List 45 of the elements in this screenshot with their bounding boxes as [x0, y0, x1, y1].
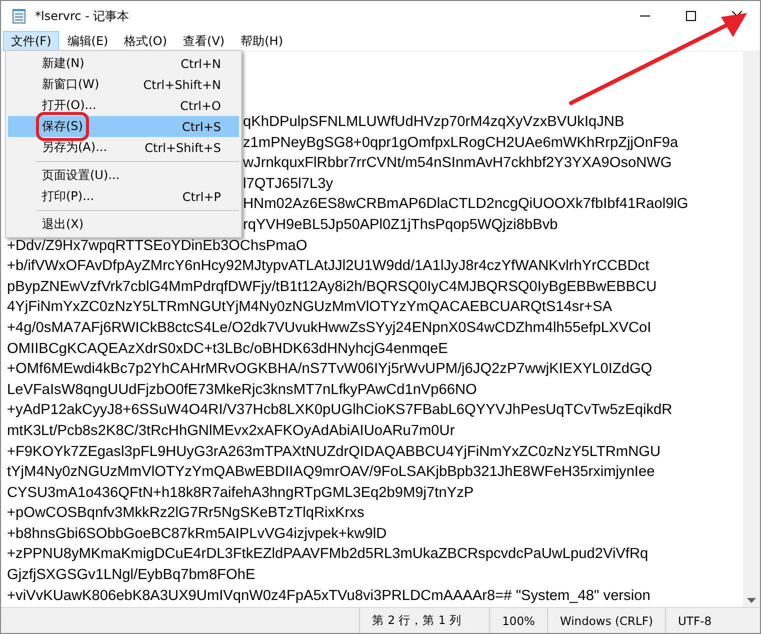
menu-item[interactable]: 文件(F) [3, 31, 60, 51]
text-line: qKhDPulpSFNLMLUWfUdHVzp70rM4zqXyVzxBVUkIqJNB [243, 113, 624, 132]
menu-option[interactable]: 打印(P)... Ctrl+P [8, 186, 239, 207]
window-title: *lservrc - 记事本 [35, 8, 130, 24]
text-line: rqYVH9eBL5Jp50APl0Z1jThsPqop5WQjzi8bBvb [243, 216, 558, 235]
cursor-position: 第 2 行，第 1 列 [359, 608, 490, 633]
text-line: wJrnkquxFlRbbr7rrCVNt/m54nSInmAvH7ckhbf2Y3YXA9OsoNWG [243, 154, 672, 174]
menu-item[interactable]: 格式(O) [116, 31, 176, 51]
text-line: mtK3Lt/Pcb8s2K8C/3tRcHhGNlMEvx2xAFKOyAdAbiAIUoARu7m0Ur [7, 422, 455, 441]
text-line: tYjM4Ny0zNGUzMmVlOTYzYmQABwEBDIIAQ9mrOAV/9FoLSAKjbBpb321JhE8WFeH35rximjynIee [7, 463, 655, 482]
text-line: CYSU3mA1o436QFtN+h18k8R7aifehA3hngRTpGML3Eq2b9M9j7tnYzP [7, 484, 474, 503]
text-line: l7QTJ65l7L3y [243, 174, 334, 194]
text-line: +F9KOYk7ZEgasl3pFL9HUyG3rA263mTPAXtNUZdrQIDAQABBCU4YjFiNmYxZC0zNzY5LTRmNGU [7, 442, 660, 462]
encoding: UTF-8 [665, 608, 760, 633]
text-line: +b/ifVWxOFAvDfpAyZMrcY6nHcy92MJtypvATLAtJJl2U1W9dd/1A1lJyJ8r4czYfWANKvlrhYrCCBDct [7, 257, 650, 276]
text-line: GjzfjSXGSGv1LNgl/EybBq7bm8FOhE [7, 566, 256, 586]
text-line: LeVFaIsW8qngUUdFjzbO0fE73MkeRjc3knsMT7nLfkyPAwCd1nVp66NO [7, 380, 477, 400]
zoom-level: 100% [489, 608, 547, 633]
text-line: +4g/0sMA7AFj6RWICkB8ctcS4Le/O2dk7VUvukHwwZsSYyj24ENpnX0S4wCDZhm4lh55efpLXVCoI [7, 318, 652, 338]
menu-item[interactable]: 编辑(E) [59, 31, 116, 51]
text-line: +OMf6MEwdi4kBc7p2YhCAHrMRvOGKBHA/nS7TvW06IYj5rWvUPM/j6JQ2zP7wwjKIEXYL0IZdGQ [7, 360, 652, 380]
text-line: 4YjFiNmYxZC0zNzY5LTRmNGUtYjM4Ny0zNGUzMmVlOTYzYmQACAEBCUARQtS14sr+SA [7, 298, 612, 318]
line-ending: Windows (CRLF) [546, 608, 665, 633]
text-line: +yAdP12akCyyJ8+6SSuW4O4RI/V37Hcb8LXK0pUGlhCioKS7FBabL6QYYVJhPesUqTCvTw5zEqikdR [7, 401, 672, 420]
menu-option[interactable]: 页面设置(U)... [8, 165, 239, 186]
text-line: pBypZNEwVzfVrk7cblG4MmPdrqfDWFjy/tB1t12Ay8i2h/BQRSQ0IyC4MJBQRSQ0IyBgEBBwEBBCU [7, 278, 657, 297]
scroll-down-icon[interactable] [747, 598, 756, 603]
text-line: +b8hnsGbi6SObbGoeBC87kRm5AIPLvVG4izjvpek+kw9lD [7, 524, 387, 544]
text-line: +pOwCOSBqnfv3MkkRz2lG7Rr5NgSKeBTzTlqRixKrxs [7, 504, 364, 524]
text-line: z1mPNeyBgSG8+0qpr1gOmfpxLRogCH2UAe6mWKhRrpZjjOnF9a [243, 134, 678, 153]
menu-option[interactable]: 退出(X) [8, 214, 239, 235]
text-line: HNm02Az6ES8wCRBmAP6DlaCTLD2ncgQiUOOXk7fbIbf41Raol9lG [243, 195, 688, 214]
text-line: OMIIBCgKCAQEAzXdrS0xDC+t3LBc/oBHDK63dHNyhcjG4enmqeE [7, 340, 448, 359]
scrollbar[interactable] [743, 52, 760, 607]
menu-item[interactable]: 帮助(H) [232, 31, 291, 51]
menu-option[interactable]: 新窗口(W) Ctrl+Shift+N [8, 74, 239, 95]
menu-option[interactable]: 新建(N) Ctrl+N [8, 53, 239, 74]
maximize-icon [686, 11, 696, 21]
menu-item[interactable]: 查看(V) [175, 31, 233, 51]
menu-option[interactable]: 另存为(A)... Ctrl+Shift+S [8, 137, 239, 158]
menu-option[interactable]: 打开(O)... Ctrl+O [8, 95, 239, 116]
text-line: +Ddv/Z9Hx7wpqRTTSEoYDinEb3OChsPmaO [7, 236, 308, 256]
text-line: +zPPNU8yMKmaKmigDCuE4rDL3FtkEZldPAAVFMb2d5RL3mUkaZBCRspcvdcPaUwLpud2ViVfRq [7, 545, 648, 564]
text-line: +viVvKUawK806ebK8A3UX9UmIVqnW0z4FpA5xTVu8vi3PRLDCmAAAAr8=# "System_48" version [7, 586, 650, 606]
notepad-icon [11, 8, 27, 24]
